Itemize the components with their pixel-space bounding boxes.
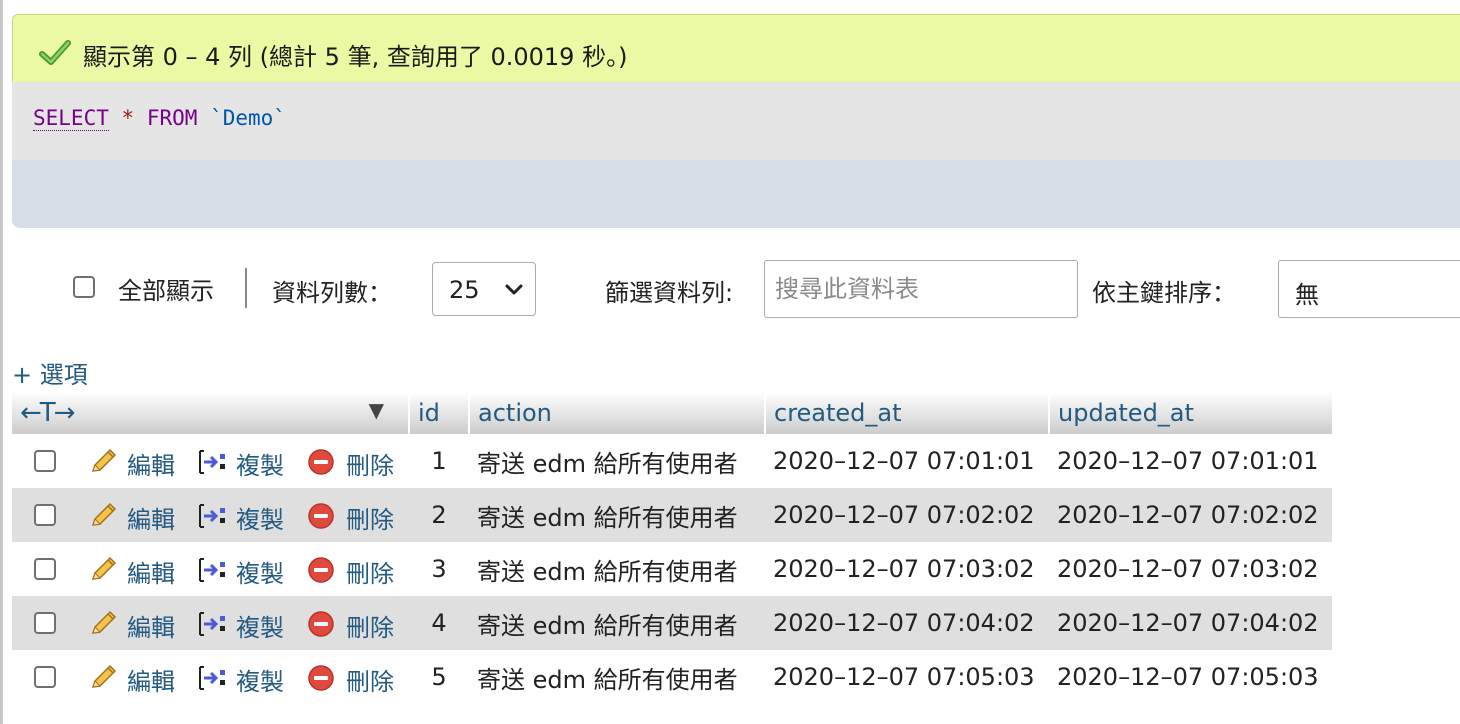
edit-link[interactable]: 編輯 <box>127 662 175 697</box>
cell-id[interactable]: 3 <box>409 542 469 596</box>
minus-circle-icon[interactable] <box>307 664 335 692</box>
filter-rows-input[interactable] <box>764 260 1078 318</box>
delete-link[interactable]: 刪除 <box>346 446 394 481</box>
edit-link[interactable]: 編輯 <box>127 500 175 535</box>
row-controls: 編輯 複製 刪除 <box>12 650 409 704</box>
row-controls: 編輯 複製 刪除 <box>12 434 409 488</box>
row-checkbox[interactable] <box>34 450 56 472</box>
pencil-icon[interactable] <box>88 556 118 584</box>
cell-id[interactable]: 1 <box>409 434 469 488</box>
column-header-action[interactable]: action <box>468 392 765 434</box>
table-row: 編輯 複製 刪除 4 寄送 edm 給所有使用者 2020–12–07 07:0… <box>12 596 1332 650</box>
insert-row-icon[interactable] <box>196 556 230 584</box>
minus-circle-icon[interactable] <box>307 502 335 530</box>
show-all-label[interactable]: 全部顯示 <box>118 271 214 306</box>
sort-by-key-value: 無 <box>1295 281 1319 309</box>
rows-count-label: 資料列數： <box>272 279 392 307</box>
insert-row-icon[interactable] <box>196 448 230 476</box>
cell-updated-at[interactable]: 2020–12–07 07:02:02 <box>1049 488 1332 542</box>
cell-updated-at[interactable]: 2020–12–07 07:01:01 <box>1049 434 1332 488</box>
edit-link[interactable]: 編輯 <box>127 554 175 589</box>
navigation-controls: 全部顯示 資料列數： 25 篩選資料列: 依主鍵排序： 無 <box>0 258 1460 320</box>
copy-link[interactable]: 複製 <box>236 608 284 643</box>
cell-action[interactable]: 寄送 edm 給所有使用者 <box>469 488 765 542</box>
pencil-icon[interactable] <box>88 664 118 692</box>
delete-link[interactable]: 刪除 <box>346 608 394 643</box>
results-table: ←T→ ▼ id action created_at updated_at 編輯 <box>12 392 1332 704</box>
column-header-created-at[interactable]: created_at <box>764 392 1049 434</box>
pencil-icon[interactable] <box>88 502 118 530</box>
column-header-id[interactable]: id <box>408 392 469 434</box>
copy-link[interactable]: 複製 <box>236 446 284 481</box>
success-banner: 顯示第 0 – 4 列 (總計 5 筆, 查詢用了 0.0019 秒。) <box>12 14 1460 82</box>
row-controls: 編輯 複製 刪除 <box>12 596 409 650</box>
copy-link[interactable]: 複製 <box>236 662 284 697</box>
chevron-down-icon <box>505 284 523 295</box>
options-link[interactable]: + 選項 <box>12 355 88 390</box>
delete-link[interactable]: 刪除 <box>346 662 394 697</box>
left-frame-edge <box>0 0 3 724</box>
table-row: 編輯 複製 刪除 3 寄送 edm 給所有使用者 2020–12–07 07:0… <box>12 542 1332 596</box>
table-header-row: ←T→ ▼ id action created_at updated_at <box>12 392 1332 434</box>
cell-action[interactable]: 寄送 edm 給所有使用者 <box>469 596 765 650</box>
sql-table-name: `Demo` <box>210 106 286 130</box>
copy-link[interactable]: 複製 <box>236 500 284 535</box>
column-header-updated-at[interactable]: updated_at <box>1048 392 1332 434</box>
row-checkbox[interactable] <box>34 666 56 688</box>
delete-link[interactable]: 刪除 <box>346 554 394 589</box>
triangle-down-icon[interactable]: ▼ <box>369 398 384 422</box>
table-row: 編輯 複製 刪除 2 寄送 edm 給所有使用者 2020–12–07 07:0… <box>12 488 1332 542</box>
row-controls: 編輯 複製 刪除 <box>12 542 409 596</box>
cell-id[interactable]: 4 <box>409 596 469 650</box>
edit-link[interactable]: 編輯 <box>127 446 175 481</box>
pencil-icon[interactable] <box>88 610 118 638</box>
insert-row-icon[interactable] <box>196 664 230 692</box>
rows-count-value: 25 <box>449 276 480 304</box>
cell-updated-at[interactable]: 2020–12–07 07:04:02 <box>1049 596 1332 650</box>
pencil-icon[interactable] <box>88 448 118 476</box>
success-message: 顯示第 0 – 4 列 (總計 5 筆, 查詢用了 0.0019 秒。) <box>83 43 628 71</box>
copy-link[interactable]: 複製 <box>236 554 284 589</box>
insert-row-icon[interactable] <box>196 502 230 530</box>
sql-select-keyword[interactable]: SELECT <box>33 106 109 131</box>
rows-count-select[interactable]: 25 <box>432 262 536 316</box>
sql-star: * <box>121 106 135 130</box>
cell-created-at[interactable]: 2020–12–07 07:05:03 <box>765 650 1049 704</box>
cell-id[interactable]: 2 <box>409 488 469 542</box>
divider <box>245 268 247 308</box>
table-row: 編輯 複製 刪除 1 寄送 edm 給所有使用者 2020–12–07 07:0… <box>12 434 1332 488</box>
cell-action[interactable]: 寄送 edm 給所有使用者 <box>469 542 765 596</box>
cell-id[interactable]: 5 <box>409 650 469 704</box>
edit-link[interactable]: 編輯 <box>127 608 175 643</box>
row-checkbox[interactable] <box>34 504 56 526</box>
minus-circle-icon[interactable] <box>307 556 335 584</box>
check-icon <box>39 40 71 65</box>
cell-updated-at[interactable]: 2020–12–07 07:05:03 <box>1049 650 1332 704</box>
row-controls: 編輯 複製 刪除 <box>12 488 409 542</box>
insert-row-icon[interactable] <box>196 610 230 638</box>
cell-created-at[interactable]: 2020–12–07 07:04:02 <box>765 596 1049 650</box>
cell-created-at[interactable]: 2020–12–07 07:03:02 <box>765 542 1049 596</box>
table-row: 編輯 複製 刪除 5 寄送 edm 給所有使用者 2020–12–07 07:0… <box>12 650 1332 704</box>
show-all-checkbox[interactable] <box>73 276 95 298</box>
sql-toolbar-area <box>12 160 1460 228</box>
column-resize-arrows-icon[interactable]: ←T→ <box>20 398 75 428</box>
sql-query: SELECT * FROM `Demo` <box>33 106 286 131</box>
delete-link[interactable]: 刪除 <box>346 500 394 535</box>
cell-action[interactable]: 寄送 edm 給所有使用者 <box>469 650 765 704</box>
sort-by-key-select[interactable]: 無 <box>1278 260 1460 318</box>
column-controls-header: ←T→ ▼ <box>12 392 409 434</box>
row-checkbox[interactable] <box>34 558 56 580</box>
cell-created-at[interactable]: 2020–12–07 07:02:02 <box>765 488 1049 542</box>
sql-from-keyword: FROM <box>146 106 198 130</box>
cell-action[interactable]: 寄送 edm 給所有使用者 <box>469 434 765 488</box>
minus-circle-icon[interactable] <box>307 610 335 638</box>
cell-created-at[interactable]: 2020–12–07 07:01:01 <box>765 434 1049 488</box>
filter-rows-label: 篩選資料列: <box>605 279 734 307</box>
minus-circle-icon[interactable] <box>307 448 335 476</box>
cell-updated-at[interactable]: 2020–12–07 07:03:02 <box>1049 542 1332 596</box>
row-checkbox[interactable] <box>34 612 56 634</box>
sort-by-key-label: 依主鍵排序： <box>1092 279 1236 307</box>
sql-query-box: SELECT * FROM `Demo` <box>12 82 1460 228</box>
